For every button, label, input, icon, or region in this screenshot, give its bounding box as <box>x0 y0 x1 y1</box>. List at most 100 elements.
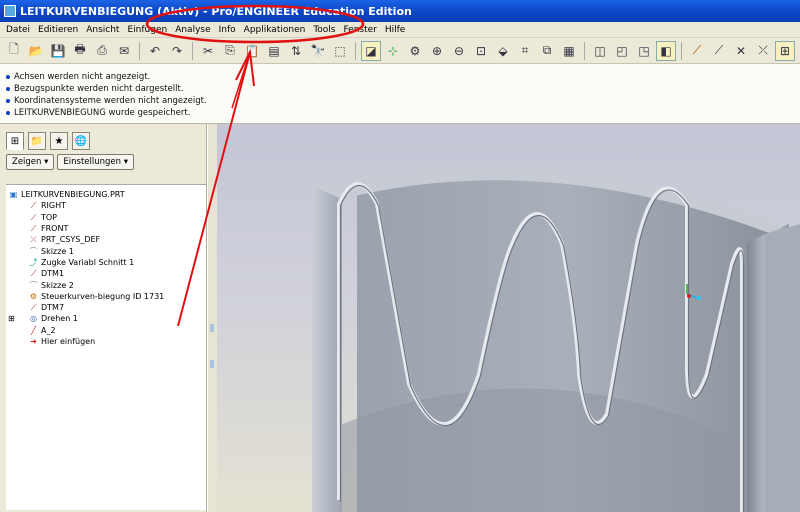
datum-plane-icon: ⟋ <box>30 269 37 279</box>
favorites-tab-icon[interactable]: ★ <box>50 132 68 150</box>
menu-hilfe[interactable]: Hilfe <box>381 25 409 35</box>
model-3d-view[interactable] <box>217 124 800 512</box>
tree-node[interactable]: ⟋ TOP <box>6 212 206 223</box>
datum-axes-icon[interactable]: ⟋ <box>709 41 729 61</box>
insert-here-icon: ➜ <box>30 337 37 346</box>
tree-node[interactable]: ╱ A_2 <box>6 325 206 336</box>
menu-info[interactable]: Info <box>215 25 240 35</box>
datum-plane-icon: ⟋ <box>30 303 37 313</box>
save-icon[interactable]: 💾 <box>48 41 68 61</box>
part-icon: ▣ <box>9 190 18 200</box>
tree-node-label: TOP <box>41 212 58 222</box>
show-button[interactable]: Zeigen ▾ <box>6 154 55 170</box>
tree-node[interactable]: ⌒ Skizze 2 <box>6 279 206 290</box>
open-icon[interactable]: 📂 <box>26 41 46 61</box>
tree-node[interactable]: ⟋ RIGHT <box>6 200 206 211</box>
zoom-in-icon[interactable]: ⊕ <box>427 41 447 61</box>
reorient-icon[interactable]: ⬙ <box>493 41 513 61</box>
datum-plane-icon: ⟋ <box>30 212 37 222</box>
datum-plane-icon: ⟋ <box>30 224 37 234</box>
settings-button[interactable]: Einstellungen ▾ <box>57 154 134 170</box>
message-area: Achsen werden nicht angezeigt. Bezugspun… <box>0 64 800 124</box>
tree-node-label: Hier einfügen <box>41 337 96 346</box>
sketch-icon: ⌒ <box>29 246 38 256</box>
message-text: LEITKURVENBIEGUNG wurde gespeichert. <box>14 108 191 118</box>
orient-icon[interactable]: ⚙ <box>405 41 425 61</box>
panel-splitter[interactable] <box>207 124 217 512</box>
datum-planes-icon[interactable]: ⟋ <box>687 41 707 61</box>
paste-icon[interactable]: 📋 <box>242 41 262 61</box>
send-icon[interactable]: ✉ <box>114 41 134 61</box>
copy-icon[interactable]: ⎘ <box>220 41 240 61</box>
shell-right-face <box>765 224 800 512</box>
toolbar-separator <box>681 41 682 60</box>
graphics-window[interactable] <box>217 124 800 512</box>
tree-node[interactable]: ⌒ Skizze 1 <box>6 245 206 256</box>
cut-icon[interactable]: ✂ <box>198 41 218 61</box>
tree-node-label: LEITKURVENBIEGUNG.PRT <box>21 190 125 200</box>
repaint-icon[interactable]: ◪ <box>361 40 381 61</box>
message-line: Bezugspunkte werden nicht dargestellt. <box>6 83 800 95</box>
datum-points-icon[interactable]: ✕ <box>731 41 751 61</box>
collapse-left-icon[interactable] <box>210 324 214 332</box>
spin-center-icon[interactable]: ⊹ <box>383 41 403 61</box>
bullet-icon <box>6 98 10 103</box>
folder-browser-tab-icon[interactable]: 📁 <box>28 132 46 150</box>
print-icon[interactable]: 🖶 <box>70 41 90 61</box>
new-icon[interactable]: 🗋 <box>4 41 24 61</box>
find-icon[interactable]: 🔭 <box>308 41 328 61</box>
tree-node[interactable]: ⟋ DTM1 <box>6 268 206 279</box>
axis-icon: ╱ <box>31 325 36 335</box>
menu-analyse[interactable]: Analyse <box>171 25 214 35</box>
select-box-icon[interactable]: ⬚ <box>330 41 350 61</box>
zoom-out-icon[interactable]: ⊖ <box>449 41 469 61</box>
tree-node[interactable]: ⤴ Zugke Variabl Schnitt 1 <box>6 257 206 268</box>
title-bar[interactable]: LEITKURVENBIEGUNG (Aktiv) - Pro/ENGINEER… <box>0 0 800 22</box>
toolbar-separator <box>355 41 356 60</box>
tree-node[interactable]: ⤫ PRT_CSYS_DEF <box>6 234 206 245</box>
shaded-icon[interactable]: ◧ <box>656 40 676 61</box>
tree-node-label: Skizze 1 <box>41 246 74 256</box>
tree-node[interactable]: ⚙ Steuerkurven-biegung ID 1731 <box>6 291 206 302</box>
menu-editieren[interactable]: Editieren <box>34 25 82 35</box>
no-hidden-icon[interactable]: ◳ <box>634 41 654 61</box>
coord-sys-icon[interactable]: ⤫ <box>753 41 773 61</box>
refit-icon[interactable]: ⊡ <box>471 41 491 61</box>
redo-icon[interactable]: ↷ <box>167 41 187 61</box>
menu-applikationen[interactable]: Applikationen <box>240 25 310 35</box>
expand-right-icon[interactable] <box>210 360 214 368</box>
wireframe-icon[interactable]: ◫ <box>590 41 610 61</box>
menu-einfuegen[interactable]: Einfügen <box>123 25 171 35</box>
message-text: Achsen werden nicht angezeigt. <box>14 72 151 82</box>
undo-icon[interactable]: ↶ <box>145 41 165 61</box>
app-window: LEITKURVENBIEGUNG (Aktiv) - Pro/ENGINEER… <box>0 0 800 512</box>
tree-node[interactable]: ⟋ FRONT <box>6 223 206 234</box>
annotation-icon[interactable]: ⊞ <box>775 40 795 61</box>
paste-special-icon[interactable]: ▤ <box>264 41 284 61</box>
tree-node-label: DTM1 <box>41 269 65 279</box>
expand-icon[interactable]: ⊞ <box>8 313 15 324</box>
menu-fenster[interactable]: Fenster <box>339 25 380 35</box>
saved-views-icon[interactable]: ⌗ <box>515 41 535 61</box>
hidden-line-icon[interactable]: ◰ <box>612 41 632 61</box>
print-preview-icon[interactable]: ⎙ <box>92 41 112 61</box>
model-tree-tab-icon[interactable]: ⊞ <box>6 132 24 150</box>
navigator-tabs: ⊞ 📁 ★ 🌐 <box>6 132 90 150</box>
menu-ansicht[interactable]: Ansicht <box>82 25 123 35</box>
tree-node-label: PRT_CSYS_DEF <box>41 235 101 245</box>
appearance-icon[interactable]: ▦ <box>559 41 579 61</box>
tree-node[interactable]: ⟋ DTM7 <box>6 302 206 313</box>
layers-icon[interactable]: ⧉ <box>537 41 557 61</box>
tree-node-label: Steuerkurven-biegung ID 1731 <box>41 291 165 301</box>
menu-datei[interactable]: Datei <box>2 25 34 35</box>
menu-tools[interactable]: Tools <box>309 25 339 35</box>
tree-node[interactable]: ⊞ ◎ Drehen 1 <box>6 313 206 324</box>
message-line: Koordinatensysteme werden nicht angezeig… <box>6 95 800 107</box>
model-tree: ▣ LEITKURVENBIEGUNG.PRT ⟋ RIGHT ⟋ TOP ⟋ FRONT ⤫ P… <box>6 184 206 510</box>
web-tab-icon[interactable]: 🌐 <box>72 132 90 150</box>
tree-node[interactable]: ➜ Hier einfügen <box>6 336 206 347</box>
sweep-icon: ⤴ <box>29 257 38 267</box>
tree-node[interactable]: ▣ LEITKURVENBIEGUNG.PRT <box>6 189 206 200</box>
revolve-icon: ◎ <box>30 314 37 324</box>
regenerate-icon[interactable]: ⇅ <box>286 41 306 61</box>
